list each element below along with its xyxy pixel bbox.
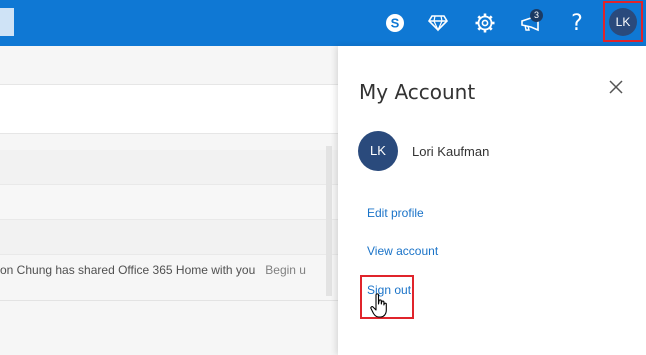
list-item[interactable] — [0, 185, 338, 220]
svg-text:S: S — [391, 16, 400, 31]
list-item[interactable] — [0, 150, 338, 185]
close-button[interactable] — [608, 79, 624, 95]
settings-button[interactable] — [467, 5, 503, 41]
scrollbar[interactable] — [326, 146, 332, 296]
gear-icon — [475, 13, 495, 33]
hand-cursor-icon — [370, 293, 387, 318]
list-item[interactable] — [0, 220, 338, 255]
notification-badge: 3 — [530, 9, 543, 22]
user-name: Lori Kaufman — [412, 144, 490, 159]
panel-title: My Account — [359, 80, 476, 104]
avatar: LK — [609, 7, 637, 36]
avatar: LK — [358, 131, 398, 171]
notifications-button[interactable]: 3 — [512, 5, 548, 41]
share-notification: on Chung has shared Office 365 Home with… — [0, 263, 306, 277]
skype-icon: S — [386, 14, 404, 32]
diamond-icon — [428, 15, 448, 32]
share-text: on Chung has shared Office 365 Home with… — [0, 263, 256, 277]
top-bar: S 3 ? LK — [0, 0, 646, 46]
close-icon — [609, 80, 623, 94]
account-button[interactable]: LK — [603, 1, 643, 42]
skype-button[interactable]: S — [377, 5, 413, 41]
premium-button[interactable] — [420, 5, 456, 41]
begin-link[interactable]: Begin u — [265, 263, 306, 277]
mail-list-header — [0, 84, 338, 134]
divider — [0, 300, 338, 313]
view-account-link[interactable]: View account — [367, 244, 438, 258]
edit-profile-link[interactable]: Edit profile — [367, 206, 424, 220]
search-box[interactable] — [0, 8, 14, 36]
help-icon: ? — [571, 10, 583, 36]
help-button[interactable]: ? — [559, 5, 595, 41]
